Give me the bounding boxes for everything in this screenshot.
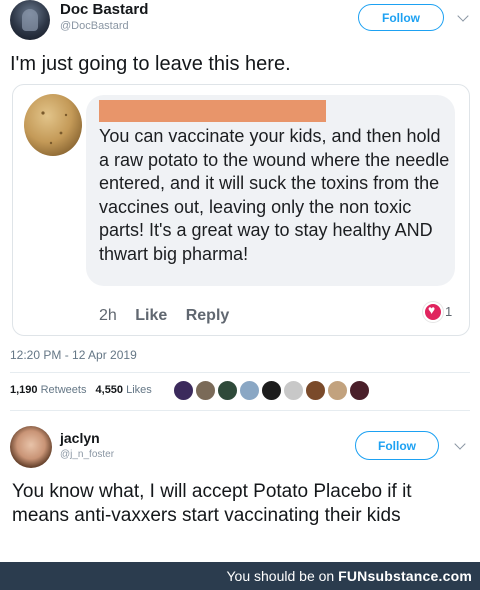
likes-label[interactable]: Likes: [126, 384, 152, 396]
likes-count[interactable]: 4,550: [96, 384, 124, 396]
comment-time: 2h: [99, 307, 117, 324]
redacted-name: [99, 100, 326, 122]
comment-actions: 2h Like Reply: [99, 307, 243, 325]
comment-text: You can vaccinate your kids, and then ho…: [99, 126, 450, 264]
follow-button[interactable]: Follow: [355, 431, 439, 460]
follow-button[interactable]: Follow: [358, 4, 444, 31]
divider: [10, 372, 470, 373]
reply-link[interactable]: Reply: [186, 307, 230, 325]
watermark-footer: You should be on FUNsubstance.com: [0, 562, 480, 590]
potato-avatar-icon: [24, 94, 82, 156]
tweet-text: I'm just going to leave this here.: [10, 53, 291, 75]
liker-avatar[interactable]: [349, 380, 370, 401]
liker-avatar[interactable]: [305, 380, 326, 401]
like-link[interactable]: Like: [135, 307, 167, 325]
retweets-label[interactable]: Retweets: [41, 384, 87, 396]
liker-avatar[interactable]: [173, 380, 194, 401]
liker-avatar[interactable]: [217, 380, 238, 401]
chevron-down-icon[interactable]: [454, 438, 466, 450]
retweets-count[interactable]: 1,190: [10, 384, 38, 396]
user-handle[interactable]: @j_n_foster: [60, 449, 114, 460]
chevron-down-icon[interactable]: [457, 10, 469, 22]
footer-prefix: You should be on: [226, 568, 335, 584]
footer-brand[interactable]: FUNsubstance.com: [338, 568, 472, 584]
embedded-screenshot: You can vaccinate your kids, and then ho…: [12, 84, 470, 336]
tweet-doc-bastard: Doc Bastard @DocBastard Follow I'm just …: [0, 0, 480, 411]
liker-avatar[interactable]: [239, 380, 260, 401]
liker-avatar[interactable]: [261, 380, 282, 401]
reaction-count: 1: [445, 304, 453, 319]
avatar[interactable]: [10, 0, 50, 40]
user-name[interactable]: jaclyn: [60, 430, 100, 446]
liker-avatar[interactable]: [283, 380, 304, 401]
tweet-text: You know what, I will accept Potato Plac…: [12, 481, 412, 526]
liker-avatar[interactable]: [195, 380, 216, 401]
user-name[interactable]: Doc Bastard: [60, 1, 148, 18]
divider: [10, 410, 470, 411]
liker-avatar[interactable]: [327, 380, 348, 401]
tweet-timestamp[interactable]: 12:20 PM - 12 Apr 2019: [10, 348, 137, 362]
tweet-jaclyn: jaclyn @j_n_foster Follow You know what,…: [0, 412, 480, 562]
tweet-stats: 1,190 Retweets 4,550 Likes: [10, 384, 152, 396]
user-handle[interactable]: @DocBastard: [60, 20, 129, 32]
avatar[interactable]: [10, 426, 52, 468]
heart-reaction-icon: [423, 302, 443, 322]
